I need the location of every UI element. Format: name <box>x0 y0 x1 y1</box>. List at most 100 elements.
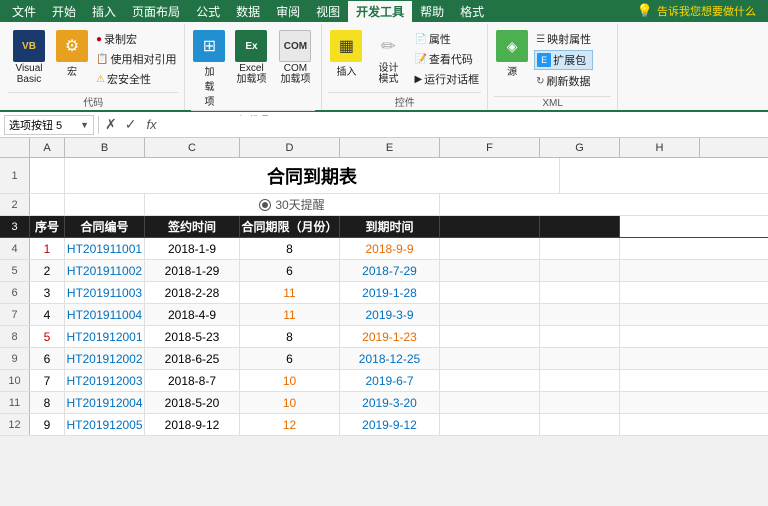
cell-f[interactable] <box>440 370 540 391</box>
cell-2b[interactable] <box>65 194 145 215</box>
com-addin-button[interactable]: COM COM加载项 <box>275 28 315 87</box>
cell-id[interactable]: HT201912003 <box>65 370 145 391</box>
col-header-a[interactable]: A <box>30 138 65 157</box>
menu-item-formula[interactable]: 公式 <box>188 1 228 22</box>
menu-item-help[interactable]: 帮助 <box>412 1 452 22</box>
cell-title[interactable]: 合同到期表 <box>65 158 560 193</box>
cell-f[interactable] <box>440 414 540 435</box>
cell-sign-date[interactable]: 2018-4-9 <box>145 304 240 325</box>
help-tip-text[interactable]: 告诉我您想要做什么 <box>657 3 756 19</box>
cell-sign-date[interactable]: 2018-5-23 <box>145 326 240 347</box>
cell-f[interactable] <box>440 392 540 413</box>
run-dialog-button[interactable]: ▶ 运行对话框 <box>412 70 481 88</box>
menu-item-review[interactable]: 审阅 <box>268 1 308 22</box>
cell-sign-date[interactable]: 2018-9-12 <box>145 414 240 435</box>
cell-period[interactable]: 10 <box>240 370 340 391</box>
cell-g[interactable] <box>540 326 620 347</box>
menu-item-dev[interactable]: 开发工具 <box>348 1 412 22</box>
cell-reference-box[interactable]: 选项按钮 5 ▼ <box>4 115 94 135</box>
cell-1a[interactable] <box>30 158 65 193</box>
cell-f[interactable] <box>440 348 540 369</box>
radio-indicator[interactable] <box>259 199 271 211</box>
menu-item-format[interactable]: 格式 <box>452 1 492 22</box>
menu-item-file[interactable]: 文件 <box>4 1 44 22</box>
confirm-icon[interactable]: ✓ <box>123 116 139 133</box>
cell-num[interactable]: 8 <box>30 392 65 413</box>
cell-f[interactable] <box>440 238 540 259</box>
relative-ref-button[interactable]: 📋 使用相对引用 <box>94 50 178 68</box>
cell-g[interactable] <box>540 304 620 325</box>
source-button[interactable]: ◈ 源 <box>494 28 530 80</box>
cell-g[interactable] <box>540 260 620 281</box>
cell-num[interactable]: 6 <box>30 348 65 369</box>
cell-expire[interactable]: 2019-3-9 <box>340 304 440 325</box>
fx-label[interactable]: fx <box>142 117 160 132</box>
col-header-f[interactable]: F <box>440 138 540 157</box>
cell-num[interactable]: 3 <box>30 282 65 303</box>
cell-sign-date[interactable]: 2018-6-25 <box>145 348 240 369</box>
cell-g[interactable] <box>540 282 620 303</box>
col-header-c[interactable]: C <box>145 138 240 157</box>
cell-id[interactable]: HT201912005 <box>65 414 145 435</box>
cell-f[interactable] <box>440 326 540 347</box>
cell-f[interactable] <box>440 260 540 281</box>
view-code-button[interactable]: 📝 查看代码 <box>412 50 481 68</box>
cell-id[interactable]: HT201911002 <box>65 260 145 281</box>
cell-f[interactable] <box>440 304 540 325</box>
insert-control-button[interactable]: ▦ 插入 <box>328 28 364 80</box>
cell-f[interactable] <box>440 282 540 303</box>
cell-expire[interactable]: 2018-7-29 <box>340 260 440 281</box>
addin-button[interactable]: ⊞ 加载项 <box>191 28 227 110</box>
expand-pack-button[interactable]: E 扩展包 <box>534 50 593 70</box>
cell-g[interactable] <box>540 392 620 413</box>
cell-num[interactable]: 1 <box>30 238 65 259</box>
cell-g[interactable] <box>540 414 620 435</box>
cell-expire[interactable]: 2019-1-23 <box>340 326 440 347</box>
cell-sign-date[interactable]: 2018-8-7 <box>145 370 240 391</box>
cell-num[interactable]: 4 <box>30 304 65 325</box>
cancel-icon[interactable]: ✗ <box>103 116 119 133</box>
menu-item-layout[interactable]: 页面布局 <box>124 1 188 22</box>
cell-sign-date[interactable]: 2018-1-9 <box>145 238 240 259</box>
menu-item-insert[interactable]: 插入 <box>84 1 124 22</box>
refresh-data-button[interactable]: ↻ 刷新数据 <box>534 72 593 90</box>
visual-basic-button[interactable]: VB VisualBasic <box>8 28 50 87</box>
cell-g[interactable] <box>540 370 620 391</box>
cell-num[interactable]: 9 <box>30 414 65 435</box>
cell-id[interactable]: HT201911001 <box>65 238 145 259</box>
record-macro-button[interactable]: ● 录制宏 <box>94 30 178 48</box>
col-header-h[interactable]: H <box>620 138 700 157</box>
design-mode-button[interactable]: ✏ 设计模式 <box>368 28 408 87</box>
cell-sign-date[interactable]: 2018-5-20 <box>145 392 240 413</box>
cell-num[interactable]: 2 <box>30 260 65 281</box>
cell-period[interactable]: 6 <box>240 348 340 369</box>
cell-period[interactable]: 8 <box>240 238 340 259</box>
cell-expire[interactable]: 2019-3-20 <box>340 392 440 413</box>
cell-expire[interactable]: 2018-9-9 <box>340 238 440 259</box>
cell-period[interactable]: 11 <box>240 304 340 325</box>
col-header-d[interactable]: D <box>240 138 340 157</box>
menu-item-data[interactable]: 数据 <box>228 1 268 22</box>
cell-period[interactable]: 8 <box>240 326 340 347</box>
formula-input[interactable] <box>165 116 764 134</box>
cell-id[interactable]: HT201912001 <box>65 326 145 347</box>
map-properties-button[interactable]: ☰ 映射属性 <box>534 30 593 48</box>
menu-item-view[interactable]: 视图 <box>308 1 348 22</box>
col-header-b[interactable]: B <box>65 138 145 157</box>
cell-reminder[interactable]: 30天提醒 <box>145 194 440 215</box>
cell-id[interactable]: HT201911003 <box>65 282 145 303</box>
cell-id[interactable]: HT201911004 <box>65 304 145 325</box>
cell-expire[interactable]: 2018-12-25 <box>340 348 440 369</box>
cell-expire[interactable]: 2019-1-28 <box>340 282 440 303</box>
excel-addin-button[interactable]: Ex Excel加载项 <box>231 28 271 87</box>
cell-period[interactable]: 6 <box>240 260 340 281</box>
cell-id[interactable]: HT201912002 <box>65 348 145 369</box>
cell-period[interactable]: 10 <box>240 392 340 413</box>
cell-g[interactable] <box>540 238 620 259</box>
cell-expire[interactable]: 2019-6-7 <box>340 370 440 391</box>
cell-period[interactable]: 11 <box>240 282 340 303</box>
cell-num[interactable]: 7 <box>30 370 65 391</box>
col-header-g[interactable]: G <box>540 138 620 157</box>
cell-period[interactable]: 12 <box>240 414 340 435</box>
cell-g[interactable] <box>540 348 620 369</box>
